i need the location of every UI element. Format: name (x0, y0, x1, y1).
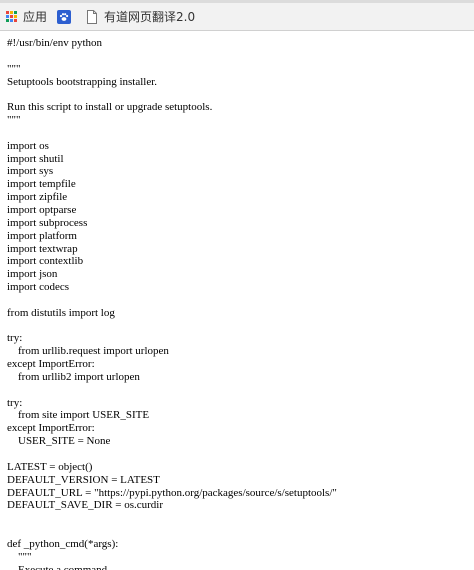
bookmark-youdao-label: 有道网页翻译2.0 (104, 10, 196, 24)
apps-grid-icon (6, 10, 18, 23)
baidu-paw-icon (57, 9, 72, 24)
bookmark-youdao-translate[interactable]: 有道网页翻译2.0 (82, 6, 199, 28)
page-icon (87, 9, 98, 24)
bookmark-apps-label: 应用 (23, 10, 48, 24)
bookmark-baidu[interactable] (53, 6, 80, 28)
bookmark-apps[interactable]: 应用 (2, 6, 51, 28)
bookmarks-bar: 应用 有道网页翻译2.0 (0, 3, 474, 31)
source-code-text: #!/usr/bin/env python """ Setuptools boo… (7, 37, 337, 570)
browser-window: 应用 有道网页翻译2.0 #!/usr/bin/env python """ S… (0, 0, 474, 570)
page-content: #!/usr/bin/env python """ Setuptools boo… (0, 31, 474, 570)
